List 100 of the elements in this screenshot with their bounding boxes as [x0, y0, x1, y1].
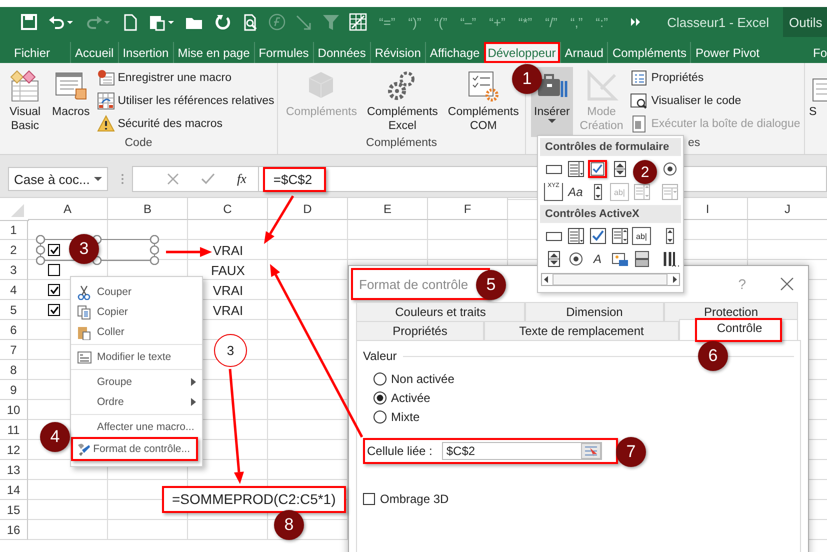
row-header[interactable]: 8: [0, 360, 28, 380]
row-header[interactable]: 3: [0, 260, 28, 280]
ribbon-button[interactable]: S: [809, 67, 827, 137]
insert-function-button[interactable]: fx: [237, 171, 246, 187]
copy-icon: [76, 304, 92, 320]
row-header[interactable]: 15: [0, 500, 28, 520]
ribbon-tab[interactable]: Fichier: [0, 42, 54, 63]
clipboard-icon[interactable]: [148, 13, 176, 31]
warning-icon: [96, 114, 115, 132]
column-header[interactable]: J: [748, 198, 827, 220]
menu-item[interactable]: Coller: [71, 322, 202, 342]
row-header[interactable]: 13: [0, 460, 28, 480]
menu-item[interactable]: Modifier le texte: [71, 347, 202, 367]
ribbon-button[interactable]: Utiliser les références relatives: [96, 90, 274, 111]
control-tool[interactable]: [610, 227, 629, 245]
control-tool[interactable]: [588, 227, 607, 245]
section-header: Contrôles ActiveX: [540, 205, 681, 223]
menu-item[interactable]: Couper: [71, 282, 202, 302]
context-tab-label: Outils: [783, 7, 827, 37]
ribbon-tab[interactable]: Développeur: [484, 42, 560, 63]
row-header[interactable]: 10: [0, 400, 28, 420]
row-header[interactable]: 14: [0, 480, 28, 500]
dialog-tab[interactable]: Texte de remplacement: [484, 321, 679, 340]
ribbon-tab[interactable]: Fo: [808, 42, 827, 63]
row-header[interactable]: 16: [0, 520, 28, 540]
column-header[interactable]: F: [428, 198, 508, 220]
selection-frame[interactable]: [36, 235, 159, 265]
menu-item[interactable]: Groupe: [71, 372, 202, 392]
dialog-tab[interactable]: Dimension: [525, 302, 664, 321]
input-field[interactable]: $C$2: [442, 442, 602, 460]
row-header[interactable]: 2: [0, 240, 28, 260]
grip-icon: [121, 173, 124, 185]
row-header[interactable]: 4: [0, 280, 28, 300]
window-title: Classeur1 - Excel: [667, 14, 769, 30]
cell-text: FAUX: [211, 262, 245, 278]
dialog-tab[interactable]: Propriétés: [356, 321, 484, 340]
checkbox[interactable]: [48, 304, 60, 316]
radio-button[interactable]: Non activée: [373, 372, 794, 386]
row-header[interactable]: 5: [0, 300, 28, 320]
control-tool[interactable]: [610, 250, 629, 268]
formula-text[interactable]: =$C$2: [263, 166, 326, 192]
ribbon-button[interactable]: Sécurité des macros: [96, 113, 274, 134]
row-header[interactable]: 1: [0, 220, 28, 240]
close-icon[interactable]: [780, 277, 794, 291]
column-header[interactable]: D: [268, 198, 348, 220]
refresh-icon[interactable]: [214, 13, 232, 31]
group-label: Valeur: [363, 349, 397, 363]
checkbox[interactable]: [48, 244, 60, 256]
checkmark-icon: [50, 246, 58, 254]
radio-button[interactable]: Activée: [373, 391, 794, 405]
caret-icon[interactable]: [94, 176, 102, 182]
properties-icon: [630, 68, 648, 86]
ribbon-button[interactable]: Visualiser le code: [630, 90, 800, 111]
checkbox[interactable]: [48, 284, 60, 296]
format-brush-icon: [76, 442, 91, 456]
control-tool[interactable]: Aa: [566, 183, 585, 201]
row-header[interactable]: 12: [0, 440, 28, 460]
menu-item[interactable]: Copier: [71, 302, 202, 322]
checkmark-icon: [50, 286, 58, 294]
range-picker-icon[interactable]: [581, 443, 602, 459]
column-header[interactable]: C: [188, 198, 268, 220]
control-tool[interactable]: ab|: [632, 227, 651, 245]
row-header[interactable]: 7: [0, 340, 28, 360]
ribbon-button[interactable]: Visual Basic: [5, 67, 45, 137]
checkbox[interactable]: Ombrage 3D: [363, 492, 794, 506]
horizontal-scrollbar[interactable]: [541, 273, 680, 286]
control-tool[interactable]: [632, 250, 651, 268]
control-tool[interactable]: [566, 160, 585, 178]
dialog-tab[interactable]: Couleurs et traits: [356, 302, 525, 321]
column-header[interactable]: E: [348, 198, 428, 220]
table-icon[interactable]: [349, 13, 367, 31]
overflow-icon[interactable]: [630, 17, 642, 27]
column-header[interactable]: A: [28, 198, 108, 220]
radio-button[interactable]: Mixte: [373, 410, 794, 424]
menu-item[interactable]: Format de contrôle...: [71, 437, 198, 461]
control-tool[interactable]: A: [588, 250, 607, 268]
save-icon[interactable]: [20, 13, 38, 31]
ribbon-button[interactable]: Propriétés: [630, 67, 800, 88]
ribbon-button[interactable]: Enregistrer une macro: [96, 67, 274, 88]
row-header[interactable]: 6: [0, 320, 28, 340]
list-box-icon: [610, 227, 628, 245]
name-box[interactable]: Case à coc...: [8, 167, 108, 191]
toggle-button-icon: [632, 250, 650, 268]
checkbox[interactable]: [48, 264, 60, 276]
check-icon[interactable]: [201, 173, 215, 185]
cell-text: VRAI: [212, 282, 244, 298]
menu-item[interactable]: Ordre: [71, 392, 202, 412]
checkmark-icon: [50, 306, 58, 314]
row-header[interactable]: 11: [0, 420, 28, 440]
ribbon-button[interactable]: Macros: [49, 67, 93, 137]
undo-icon[interactable]: [47, 13, 75, 31]
dialog-tab[interactable]: Contrôle: [679, 319, 798, 340]
row-header[interactable]: 9: [0, 380, 28, 400]
list-dropdown-icon: [566, 227, 584, 245]
menu-item[interactable]: Affecter une macro...: [71, 417, 202, 437]
column-header[interactable]: B: [108, 198, 188, 220]
control-tool[interactable]: [588, 160, 607, 178]
text-box-icon: [76, 350, 92, 364]
ribbon-button[interactable]: Compléments Excel: [364, 67, 441, 137]
control-tool[interactable]: [566, 227, 585, 245]
